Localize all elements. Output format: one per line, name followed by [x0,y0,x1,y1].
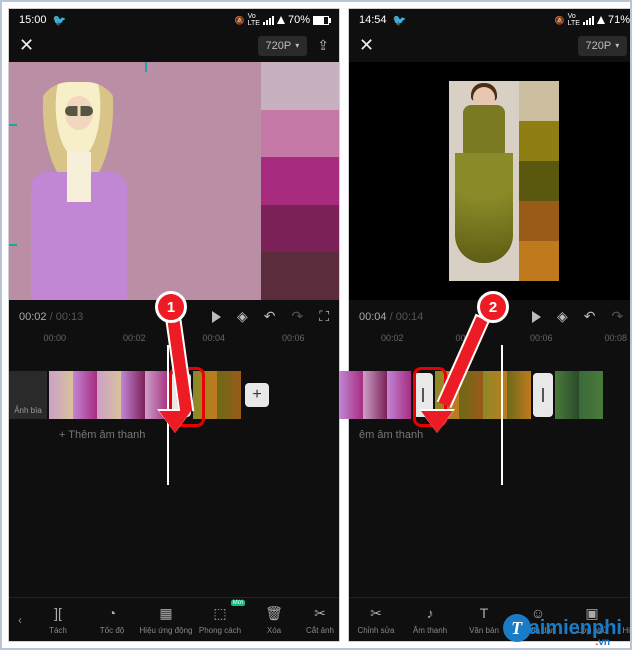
resolution-selector[interactable]: 720P▾ [258,36,308,56]
transition-button-2[interactable] [533,373,553,417]
phone-right: 14:54 🐦 🔕 VoLTE 71% ✕ 720P▾ ⇪ [348,8,632,642]
watermark: T aimienphi ..vnvn [503,614,622,642]
status-time: 15:00 [19,14,47,26]
style-icon: ⬚ [211,604,229,622]
play-icon[interactable] [532,311,541,323]
clip-1[interactable] [49,371,169,419]
tool-crop[interactable]: ✂Cắt ảnh [301,604,339,635]
editor-topbar: ✕ 720P▾ ⇪ [9,29,339,62]
play-icon[interactable] [212,311,221,323]
add-clip-button[interactable]: + [245,383,269,407]
tool-split[interactable]: ][Tách [31,604,85,635]
close-icon[interactable]: ✕ [19,35,34,56]
status-bar: 15:00 🐦 🔕 VoLTE 70% [9,9,339,29]
scissors-icon: ✂ [367,604,385,622]
signal-icon [583,16,594,25]
add-audio-button[interactable]: êm âm thanh [359,429,423,441]
redo-icon[interactable]: ↷ [611,308,623,325]
speed-icon: ◔ [103,604,121,622]
bottom-toolbar: ‹ ][Tách ◔Tốc độ ▦Hiệu ứng động ⬚Phong c… [9,597,339,641]
color-swatches [519,81,559,281]
color-swatches [261,62,339,300]
tool-delete[interactable]: 🗑Xóa [247,604,301,635]
phone-left: 15:00 🐦 🔕 VoLTE 70% ✕ 720P▾ ⇪ [8,8,340,642]
fullscreen-icon[interactable]: ⛶ [319,308,329,325]
signal-icon [263,16,274,25]
mute-icon: 🔕 [555,16,565,25]
split-icon: ][ [49,604,67,622]
status-time: 14:54 [359,14,387,26]
animation-icon: ▦ [157,604,175,622]
callout-badge-1: 1 [155,291,187,323]
preview-area[interactable] [349,62,632,300]
undo-icon[interactable]: ↶ [264,308,276,325]
delete-icon: 🗑 [265,604,283,622]
callout-arrow-1 [165,317,201,433]
add-audio-button[interactable]: + Thêm âm thanh [59,429,145,441]
mute-icon: 🔕 [235,16,245,25]
editor-topbar: ✕ 720P▾ ⇪ [349,29,632,62]
resolution-selector[interactable]: 720P▾ [578,36,628,56]
tool-style[interactable]: ⬚Phong cáchMới [193,604,247,635]
keyframe-icon[interactable]: ◈ [557,308,568,325]
chevron-down-icon: ▾ [615,41,619,50]
playhead[interactable] [501,345,503,485]
status-bar: 14:54 🐦 🔕 VoLTE 71% [349,9,632,29]
tool-audio[interactable]: ♪Âm thanh [403,604,457,635]
clip-1[interactable] [339,371,411,419]
export-icon[interactable]: ⇪ [317,37,329,54]
chevron-down-icon: ▾ [295,41,299,50]
current-time: 00:02 [19,311,47,323]
wifi-icon [277,16,285,24]
watermark-logo-icon: T [503,614,531,642]
current-time: 00:04 [359,311,387,323]
preview-image [449,81,559,281]
total-time: / 00:14 [390,311,424,323]
callout-arrow-2 [475,317,491,433]
battery-pct: 71% [608,14,630,26]
crop-icon: ✂ [311,604,329,622]
keyframe-icon[interactable]: ◈ [237,308,248,325]
preview-area[interactable] [9,62,339,300]
undo-icon[interactable]: ↶ [584,308,596,325]
music-icon: ♪ [421,604,439,622]
tool-speed[interactable]: ◔Tốc độ [85,604,139,635]
battery-icon [313,16,329,25]
clip-3[interactable] [555,371,603,419]
tutorial-frame: 15:00 🐦 🔕 VoLTE 70% ✕ 720P▾ ⇪ [0,0,632,650]
battery-pct: 70% [288,14,310,26]
back-icon[interactable]: ‹ [9,613,31,627]
lte-icon: VoLTE [568,13,580,27]
callout-badge-2: 2 [477,291,509,323]
text-icon: T [475,604,493,622]
tool-edit[interactable]: ✂Chỉnh sửa [349,604,403,635]
cover-button[interactable]: Ảnh bìa [9,371,47,419]
redo-icon[interactable]: ↷ [291,308,303,325]
wifi-icon [597,16,605,24]
total-time: / 00:13 [50,311,84,323]
preview-image [9,62,261,300]
close-icon[interactable]: ✕ [359,35,374,56]
lte-icon: VoLTE [248,13,260,27]
tool-animation[interactable]: ▦Hiệu ứng động [139,604,193,635]
